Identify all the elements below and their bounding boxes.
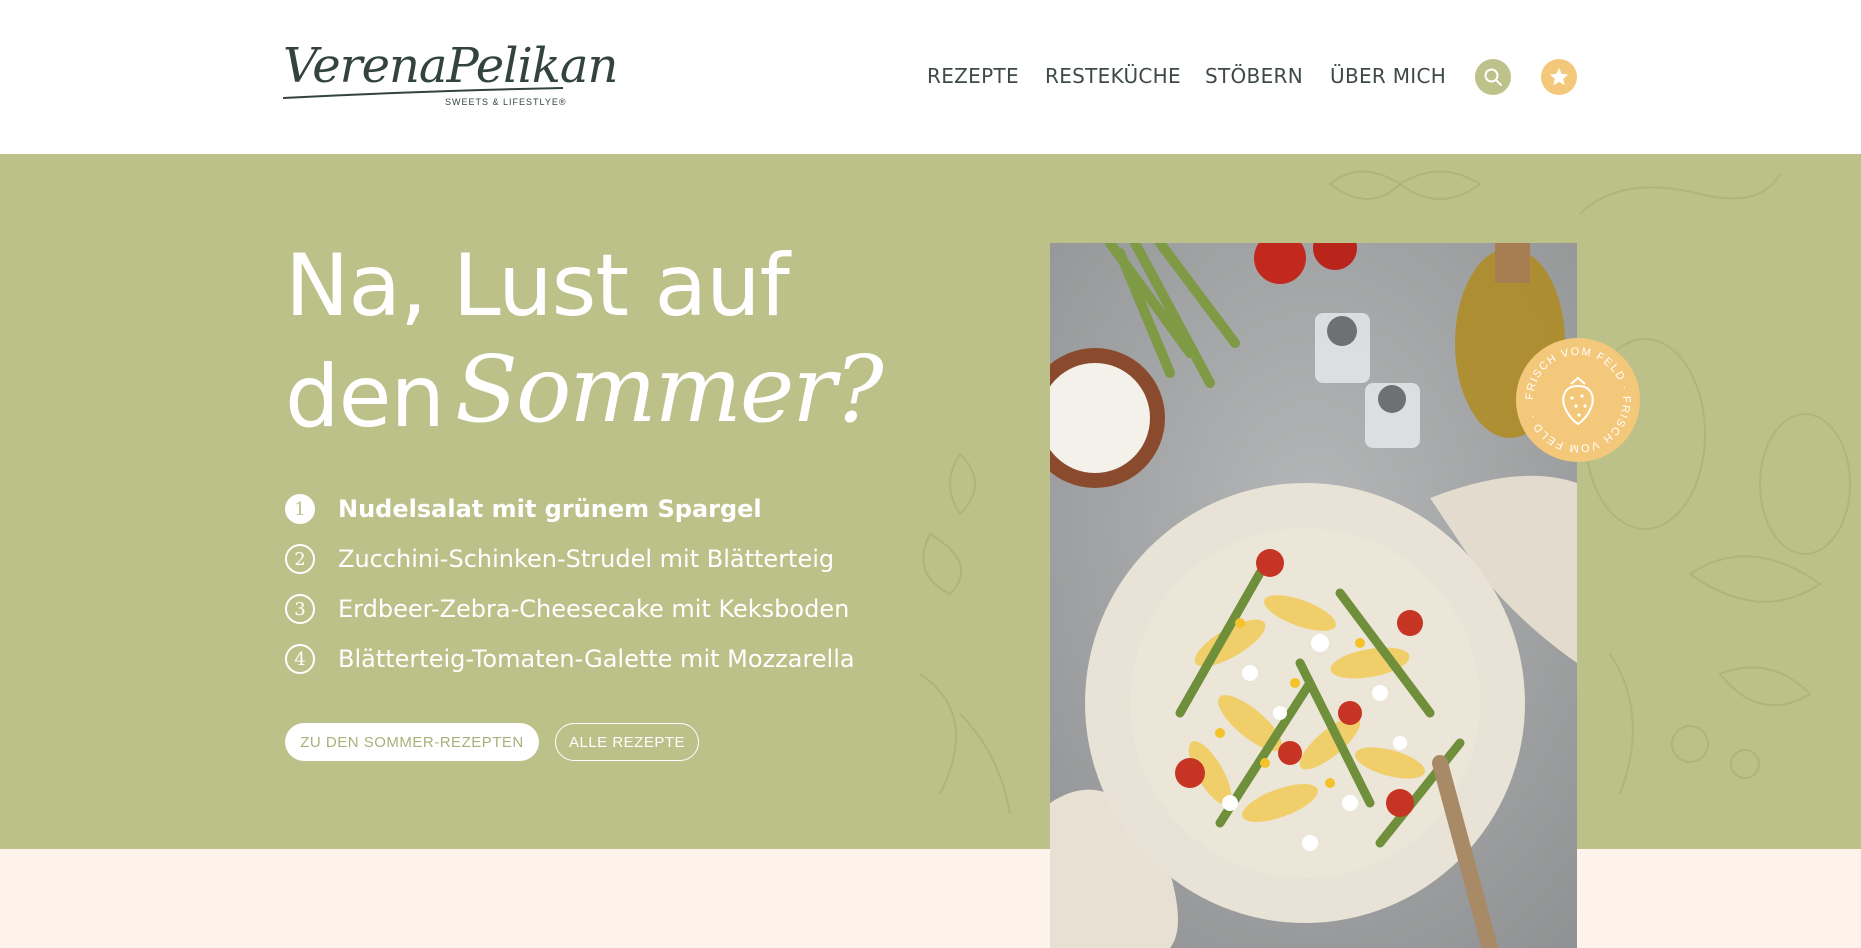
- search-icon: [1484, 68, 1502, 86]
- site-logo[interactable]: VerenaPelikan SWEETS & LIFESTLYE®: [283, 38, 618, 118]
- recipe-label-3: Erdbeer-Zebra-Cheesecake mit Keksboden: [338, 595, 850, 623]
- badge-text: FRISCH VOM FELD · FRISCH VOM FELD ·: [1524, 346, 1631, 454]
- recipe-label-4: Blätterteig-Tomaten-Galette mit Mozzarel…: [338, 645, 855, 673]
- recipe-label-2: Zucchini-Schinken-Strudel mit Blättertei…: [338, 545, 835, 573]
- hero-title-line2-plain: den: [285, 347, 445, 447]
- favorites-button[interactable]: [1541, 59, 1577, 95]
- star-icon: [1549, 67, 1569, 86]
- logo-tagline: SWEETS & LIFESTLYE®: [445, 97, 567, 107]
- recipe-label-1: Nudelsalat mit grünem Spargel: [338, 495, 762, 523]
- all-recipes-button[interactable]: ALLE REZEPTE: [555, 723, 699, 761]
- hero-title-line1: Na, Lust auf: [285, 236, 790, 336]
- site-header: VerenaPelikan SWEETS & LIFESTLYE® REZEPT…: [0, 0, 1861, 154]
- hero-section: [0, 154, 1861, 849]
- recipe-number-1: 1: [285, 494, 315, 524]
- logo-wordmark: VerenaPelikan: [283, 38, 618, 94]
- nav-item-rezepte[interactable]: REZEPTE: [927, 64, 1019, 88]
- hero-title-line2-script: Sommer?: [455, 336, 884, 443]
- featured-recipe-photo[interactable]: [1050, 243, 1577, 948]
- botanical-background-illustration: [919, 170, 1851, 815]
- strawberry-icon: [1562, 376, 1594, 426]
- search-button[interactable]: [1475, 59, 1511, 95]
- recipe-number-4: 4: [285, 644, 315, 674]
- fresh-from-field-badge: FRISCH VOM FELD · FRISCH VOM FELD ·: [1516, 338, 1640, 462]
- nav-item-restekueche[interactable]: RESTEKÜCHE: [1045, 64, 1181, 88]
- nav-item-ueber-mich[interactable]: ÜBER MICH: [1330, 64, 1446, 88]
- summer-recipes-button[interactable]: ZU DEN SOMMER-REZEPTEN: [285, 723, 539, 761]
- badge-graphic: FRISCH VOM FELD · FRISCH VOM FELD ·: [1524, 346, 1632, 454]
- svg-text:FRISCH VOM FELD · FRISCH VOM F: FRISCH VOM FELD · FRISCH VOM FELD ·: [1524, 346, 1632, 454]
- recipe-number-2: 2: [285, 544, 315, 574]
- pasta-salad-illustration: [1050, 243, 1577, 948]
- recipe-number-3: 3: [285, 594, 315, 624]
- nav-item-stoebern[interactable]: STÖBERN: [1205, 64, 1303, 88]
